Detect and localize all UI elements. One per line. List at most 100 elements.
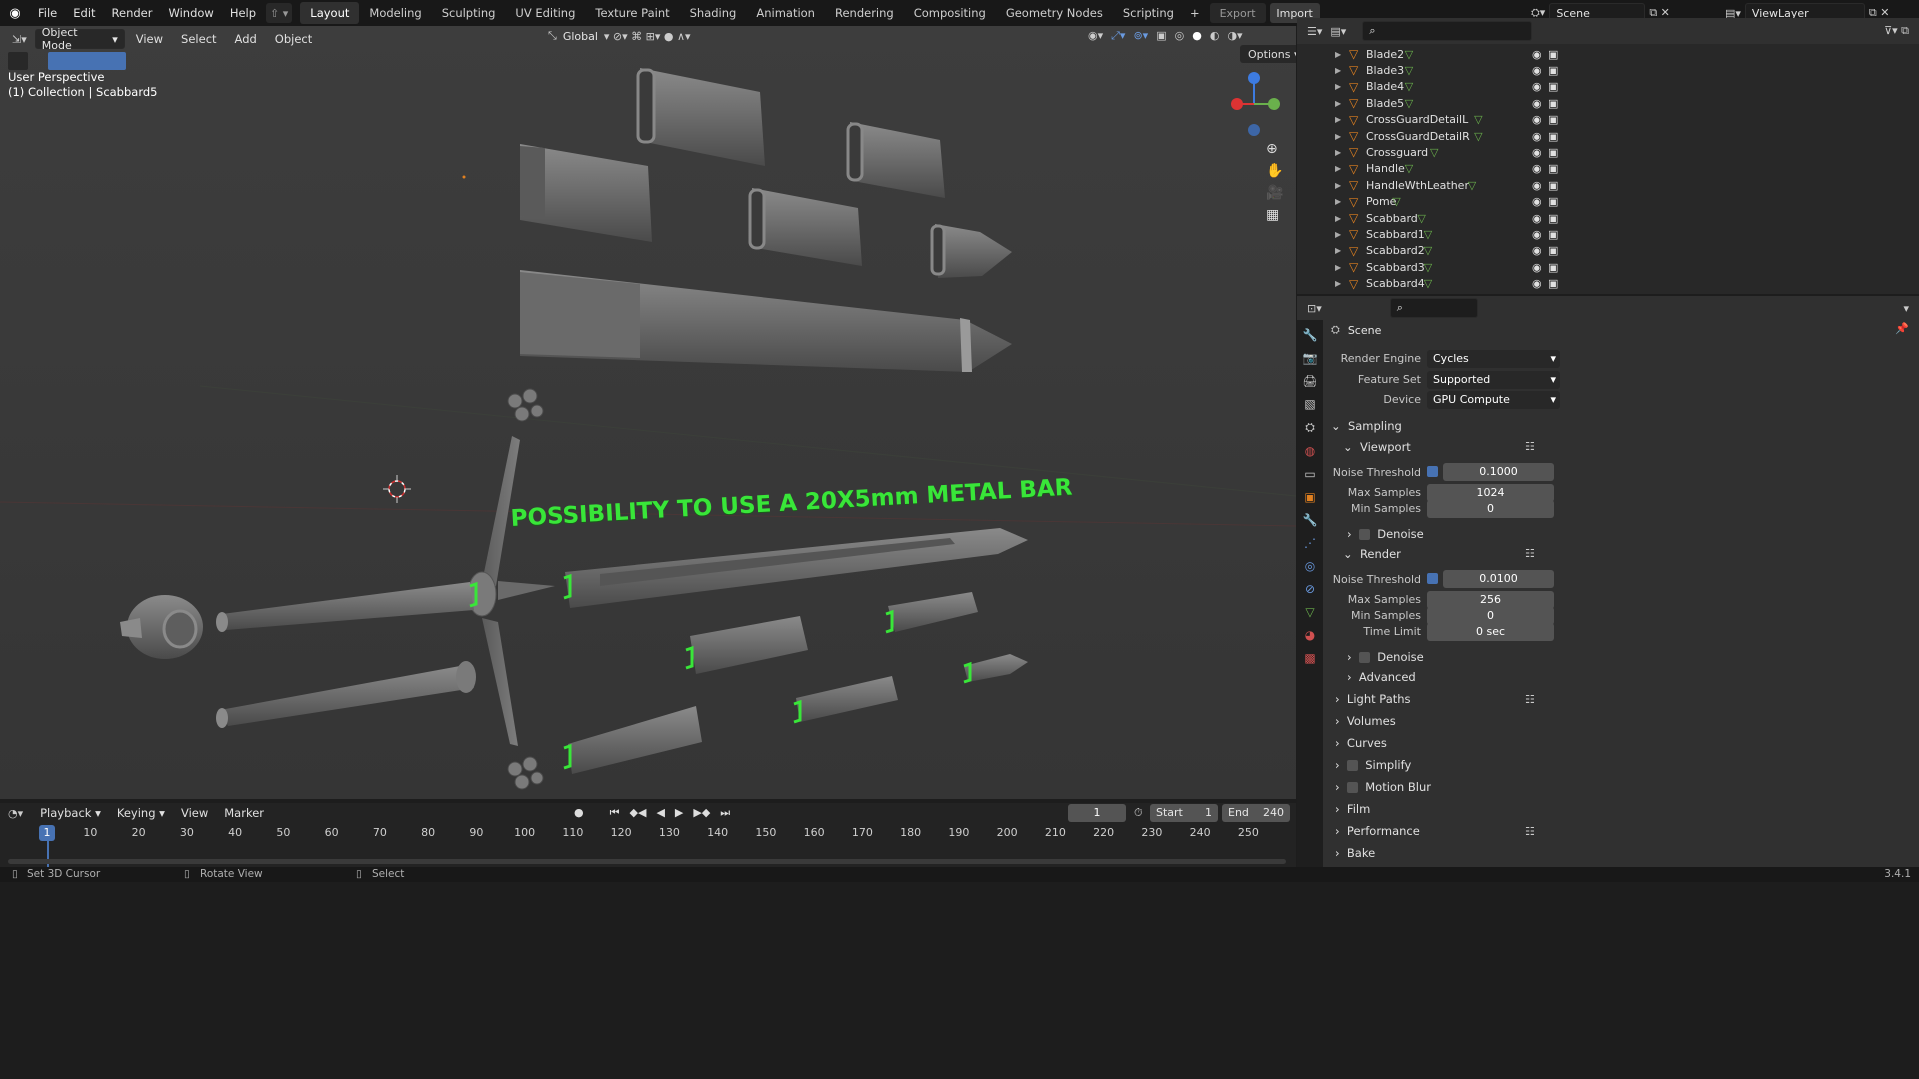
render-subpanel-header[interactable]: ⌄ Render bbox=[1343, 543, 1401, 565]
shading-solid-icon[interactable]: ● bbox=[1192, 29, 1202, 43]
tab-rendering[interactable]: Rendering bbox=[825, 2, 904, 24]
eye-icon[interactable]: ◉ bbox=[1532, 212, 1542, 225]
overlay-icon[interactable]: ⊚▾ bbox=[1133, 29, 1148, 43]
mesh-data-icon[interactable]: ▽ bbox=[1405, 162, 1413, 175]
camera-render-icon[interactable]: ▣ bbox=[1548, 130, 1558, 143]
expand-icon[interactable]: ▶ bbox=[1335, 263, 1341, 272]
expand-icon[interactable]: ▶ bbox=[1335, 181, 1341, 190]
vp-min-samples-field[interactable]: 0 bbox=[1427, 500, 1554, 518]
outliner-item[interactable]: ▶ ▽ Pome ▽ ◉ ▣ bbox=[1297, 194, 1919, 210]
play-reverse-icon[interactable]: ◀ bbox=[656, 806, 664, 820]
pin-icon[interactable]: 📌 bbox=[1895, 322, 1909, 335]
jump-end-icon[interactable]: ⏭ bbox=[720, 806, 730, 820]
camera-render-icon[interactable]: ▣ bbox=[1548, 113, 1558, 126]
mesh-data-icon[interactable]: ▽ bbox=[1424, 261, 1432, 274]
camera-render-icon[interactable]: ▣ bbox=[1548, 48, 1558, 61]
outliner-item[interactable]: ▶ ▽ Scabbard3 ▽ ◉ ▣ bbox=[1297, 259, 1919, 275]
mesh-data-icon[interactable]: ▽ bbox=[1417, 212, 1425, 225]
expand-icon[interactable]: ▶ bbox=[1335, 164, 1341, 173]
editor-type-icon[interactable]: ⇲▾ bbox=[8, 33, 31, 46]
shading-material-icon[interactable]: ◐ bbox=[1210, 29, 1220, 43]
stopwatch-icon[interactable]: ⏱ bbox=[1134, 806, 1143, 820]
expand-icon[interactable]: ▶ bbox=[1335, 132, 1341, 141]
properties-options-icon[interactable]: ▾ bbox=[1903, 302, 1909, 315]
eye-icon[interactable]: ◉ bbox=[1532, 48, 1542, 61]
expand-icon[interactable]: ▶ bbox=[1335, 279, 1341, 288]
tab-animation[interactable]: Animation bbox=[746, 2, 825, 24]
bake-panel[interactable]: › Bake bbox=[1335, 842, 1375, 864]
menu-playback[interactable]: Playback ▾ bbox=[33, 806, 108, 820]
zoom-icon[interactable]: ⊕ bbox=[1266, 141, 1283, 157]
camera-render-icon[interactable]: ▣ bbox=[1548, 97, 1558, 110]
editor-type-icon[interactable]: ⇧ ▾ bbox=[266, 3, 293, 23]
timeline-ruler[interactable]: 1102030405060708090100110120130140150160… bbox=[0, 825, 1296, 867]
camera-render-icon[interactable]: ▣ bbox=[1548, 195, 1558, 208]
filter-icon[interactable]: ⊽▾ ⧉ bbox=[1884, 24, 1909, 38]
render-tab-icon[interactable]: 📷 bbox=[1303, 351, 1318, 365]
end-frame-field[interactable]: End 240 bbox=[1222, 804, 1290, 822]
tab-modeling[interactable]: Modeling bbox=[359, 2, 431, 24]
blender-logo-icon[interactable]: ◉ bbox=[0, 6, 30, 21]
tab-shading[interactable]: Shading bbox=[680, 2, 747, 24]
r-noise-threshold-checkbox[interactable] bbox=[1427, 573, 1438, 584]
device-dropdown[interactable]: GPU Compute ▾ bbox=[1427, 391, 1560, 409]
tool-icon[interactable] bbox=[8, 52, 28, 70]
camera-render-icon[interactable]: ▣ bbox=[1548, 80, 1558, 93]
menu-file[interactable]: File bbox=[30, 6, 65, 20]
list-icon[interactable]: ☷ bbox=[1525, 693, 1535, 706]
expand-icon[interactable]: ▶ bbox=[1335, 99, 1341, 108]
feature-set-dropdown[interactable]: Supported ▾ bbox=[1427, 371, 1560, 389]
mesh-data-icon[interactable]: ▽ bbox=[1405, 97, 1413, 110]
menu-add[interactable]: Add bbox=[228, 32, 264, 46]
outliner-search-input[interactable]: ⌕ bbox=[1362, 21, 1533, 41]
camera-render-icon[interactable]: ▣ bbox=[1548, 179, 1558, 192]
vp-denoise-subpanel[interactable]: › Denoise bbox=[1347, 523, 1424, 545]
eye-icon[interactable]: ◉ bbox=[1532, 162, 1542, 175]
simplify-panel[interactable]: › Simplify bbox=[1335, 754, 1411, 776]
play-icon[interactable]: ▶ bbox=[675, 806, 683, 820]
menu-marker[interactable]: Marker bbox=[217, 806, 271, 820]
camera-render-icon[interactable]: ▣ bbox=[1548, 228, 1558, 241]
render-engine-dropdown[interactable]: Cycles ▾ bbox=[1427, 350, 1560, 368]
export-button[interactable]: Export bbox=[1209, 3, 1266, 23]
menu-keying[interactable]: Keying ▾ bbox=[110, 806, 172, 820]
texture-tab-icon[interactable]: ▩ bbox=[1304, 651, 1315, 665]
pivot-icon[interactable]: ▾ ⊘▾ ⌘ ⊞▾ ● ∧▾ bbox=[604, 30, 691, 43]
vp-noise-threshold-checkbox[interactable] bbox=[1427, 466, 1438, 477]
mesh-data-icon[interactable]: ▽ bbox=[1430, 146, 1438, 159]
timeline-type-icon[interactable]: ◔▾ bbox=[8, 807, 23, 820]
world-tab-icon[interactable]: ◍ bbox=[1305, 444, 1315, 458]
tool-tab-icon[interactable]: 🔧 bbox=[1303, 328, 1318, 342]
outliner-item[interactable]: ▶ ▽ CrossGuardDetailL ▽ ◉ ▣ bbox=[1297, 112, 1919, 128]
material-tab-icon[interactable]: ◕ bbox=[1305, 628, 1315, 642]
eye-icon[interactable]: ◉ bbox=[1532, 146, 1542, 159]
eye-icon[interactable]: ◉ bbox=[1532, 179, 1542, 192]
expand-icon[interactable]: ▶ bbox=[1335, 50, 1341, 59]
motion-blur-panel[interactable]: › Motion Blur bbox=[1335, 776, 1431, 798]
eye-icon[interactable]: ◉ bbox=[1532, 97, 1542, 110]
vp-noise-threshold-field[interactable]: 0.1000 bbox=[1443, 463, 1554, 481]
options-button[interactable]: Options ▾ bbox=[1240, 45, 1296, 63]
mesh-data-icon[interactable]: ▽ bbox=[1474, 130, 1482, 143]
simplify-checkbox[interactable] bbox=[1346, 759, 1358, 771]
pan-hand-icon[interactable]: ✋ bbox=[1266, 163, 1283, 179]
mesh-data-icon[interactable]: ▽ bbox=[1474, 113, 1482, 126]
mode-dropdown[interactable]: Object Mode ▾ bbox=[34, 26, 125, 52]
expand-icon[interactable]: ▶ bbox=[1335, 82, 1341, 91]
r-denoise-checkbox[interactable] bbox=[1358, 651, 1370, 663]
tab-compositing[interactable]: Compositing bbox=[904, 2, 996, 24]
mesh-data-icon[interactable]: ▽ bbox=[1468, 179, 1476, 192]
time-limit-field[interactable]: 0 sec bbox=[1427, 623, 1554, 641]
eye-icon[interactable]: ◉ bbox=[1532, 261, 1542, 274]
eye-icon[interactable]: ◉ bbox=[1532, 130, 1542, 143]
menu-render[interactable]: Render bbox=[104, 6, 161, 20]
camera-render-icon[interactable]: ▣ bbox=[1548, 261, 1558, 274]
data-tab-icon[interactable]: ▽ bbox=[1305, 605, 1314, 619]
menu-view[interactable]: View bbox=[129, 32, 170, 46]
physics-tab-icon[interactable]: ◎ bbox=[1305, 559, 1315, 573]
outliner-type-icon[interactable]: ☰▾ bbox=[1307, 25, 1322, 38]
prev-keyframe-icon[interactable]: ◆◀ bbox=[630, 806, 647, 820]
tab-scripting[interactable]: Scripting bbox=[1113, 2, 1184, 24]
grid-icon[interactable]: ▦ bbox=[1266, 207, 1283, 223]
expand-icon[interactable]: ▶ bbox=[1335, 148, 1341, 157]
